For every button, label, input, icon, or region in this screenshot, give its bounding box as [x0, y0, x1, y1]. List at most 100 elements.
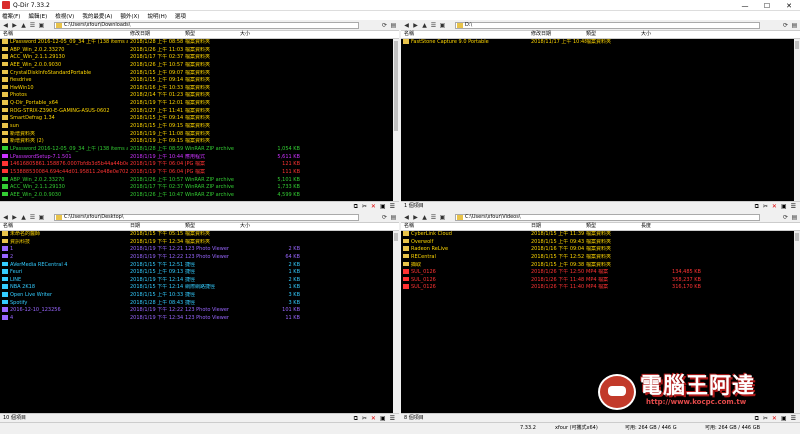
address-bar[interactable]: C:\Users\xfour\Downloads\	[54, 22, 359, 29]
column-0[interactable]: 名稱	[404, 31, 414, 38]
list-item[interactable]: SUL_0126 2018/1/26 下午 11:40 MP4 檔案 316,170 …	[401, 284, 800, 292]
menu-view[interactable]: 檢視(V)	[55, 12, 74, 20]
column-2[interactable]: 類型	[586, 223, 596, 230]
list-item[interactable]: SmartDefrag 1.34 2018/1/15 上午 09:14 檔案資料夾	[0, 115, 399, 123]
refresh-icon[interactable]: ⟳	[381, 22, 388, 29]
copy-icon[interactable]: ⧉	[354, 202, 358, 210]
list-item[interactable]: 14616805861.158876.0007bfdb3d5b44a44b0e3…	[0, 161, 399, 169]
back-icon[interactable]: ◀	[2, 22, 9, 29]
list-item[interactable]: fiesdrive 2018/1/15 上午 09:14 檔案資料夾	[0, 77, 399, 85]
up-icon[interactable]: ▲	[421, 214, 428, 221]
back-icon[interactable]: ◀	[2, 214, 9, 221]
address-bar[interactable]: D:\	[455, 22, 760, 29]
menu-icon[interactable]: ▤	[390, 22, 397, 29]
list-item[interactable]: Photos 2018/2/14 下午 01:23 檔案資料夾	[0, 92, 399, 100]
column-1[interactable]: 日期	[531, 223, 541, 230]
list-item[interactable]: HwWin10 2018/1/16 上午 10:33 檔案資料夾	[0, 84, 399, 93]
list-item[interactable]: NBA 2K18 2018/1/15 下午 12:14 網際網路捷徑 1 KB	[0, 284, 399, 292]
menu-favorites[interactable]: 我的最愛(A)	[82, 12, 112, 20]
column-2[interactable]: 類型	[185, 31, 195, 38]
refresh-icon[interactable]: ⟳	[782, 22, 789, 29]
list-item[interactable]: 153888530084.694c44d01.95811.2e48e0e702f…	[0, 168, 399, 177]
list-item[interactable]: 新增資料夾 2018/1/19 上午 11:08 檔案資料夾	[0, 130, 399, 139]
cut-icon[interactable]: ✂	[362, 414, 367, 422]
copy-icon[interactable]: ⧉	[354, 414, 358, 422]
address-bar[interactable]: C:\Users\xfour\Desktop\	[54, 214, 359, 221]
list-item[interactable]: RECentral 2018/1/15 下午 12:52 檔案資料夾	[401, 253, 800, 262]
column-2[interactable]: 類型	[586, 31, 596, 38]
list-item[interactable]: LPassword 2016-12-05_09_34 上午 (138 items…	[0, 145, 399, 154]
close-button[interactable]: ✕	[778, 0, 800, 11]
list-item[interactable]: LINE 2018/1/19 下午 12:14 捷徑 2 KB	[0, 276, 399, 285]
list-item[interactable]: ROG-STRIX-Z390-E-GAMING-ASUS-0602 2018/1/…	[0, 107, 399, 116]
menu-icon[interactable]: ▤	[791, 214, 798, 221]
folder-icon[interactable]: ▣	[38, 22, 45, 29]
scrollbar[interactable]	[393, 231, 399, 413]
cut-icon[interactable]: ✂	[763, 202, 768, 210]
menu-extras[interactable]: 額外(X)	[120, 12, 139, 20]
scrollbar[interactable]	[794, 231, 800, 413]
folder-icon[interactable]: ▣	[38, 214, 45, 221]
back-icon[interactable]: ◀	[403, 214, 410, 221]
forward-icon[interactable]: ▶	[11, 214, 18, 221]
list-item[interactable]: ACC_Win_2.1.1.29130 2018/1/17 下午 02:37 檔案資…	[0, 54, 399, 62]
delete-icon[interactable]: ✕	[772, 202, 777, 210]
list-item[interactable]: 2016-12-10_123256 2018/1/19 下午 12:22 123 P…	[0, 307, 399, 315]
delete-icon[interactable]: ✕	[371, 202, 376, 210]
column-0[interactable]: 名稱	[404, 223, 414, 230]
column-1[interactable]: 日期	[130, 223, 140, 230]
menu-edit[interactable]: 編輯(E)	[28, 12, 47, 20]
cut-icon[interactable]: ✂	[763, 414, 768, 422]
forward-icon[interactable]: ▶	[412, 214, 419, 221]
list-item[interactable]: ABP_Win_2.0.2.33270 2018/1/26 上午 10:57 Win…	[0, 176, 399, 185]
list-item[interactable]: Spotify 2018/1/28 上午 08:43 捷徑 3 KB	[0, 299, 399, 308]
list-item[interactable]: 新增資料夾 (2) 2018/1/19 上午 09:15 檔案資料夾	[0, 138, 399, 146]
menu-icon[interactable]: ▤	[791, 22, 798, 29]
maximize-button[interactable]: ☐	[756, 0, 778, 11]
copy-icon[interactable]: ⧉	[755, 414, 759, 422]
column-3[interactable]: 大小	[240, 31, 250, 38]
column-3[interactable]: 長度	[641, 223, 651, 230]
scrollbar[interactable]	[794, 39, 800, 201]
up-icon[interactable]: ▲	[20, 22, 27, 29]
list-item[interactable]: 1 2018/1/19 下午 12:21 123 Photo Viewer 2 KB	[0, 246, 399, 254]
column-3[interactable]: 大小	[240, 223, 250, 230]
list-item[interactable]: AEE_Win_2.0.0.9030 2018/1/26 上午 10:57 檔案資料…	[0, 61, 399, 70]
list-item[interactable]: 未命名的醫師 2018/1/15 下午 05:15 檔案資料夾	[0, 231, 399, 239]
list-item[interactable]: SUL_0126 2018/1/26 下午 11:48 MP4 檔案 358,237 …	[401, 276, 800, 285]
list-item[interactable]: Q-Dir_Portable_x64 2018/1/19 下午 12:01 檔案資料…	[0, 100, 399, 108]
menu-icon[interactable]: ▤	[390, 214, 397, 221]
up-icon[interactable]: ▲	[20, 214, 27, 221]
list-item[interactable]: CrystalDiskInfoStandardPortable 2018/1/15…	[0, 69, 399, 78]
list-item[interactable]: sun 2018/1/15 上午 09:15 檔案資料夾	[0, 123, 399, 131]
new-folder-icon[interactable]: ▣	[781, 202, 787, 210]
list-item[interactable]: ABP_Win_2.0.2.33270 2018/1/26 上午 11:03 檔案資…	[0, 46, 399, 55]
menu-file[interactable]: 檔案(F)	[2, 12, 20, 20]
column-1[interactable]: 修改日期	[130, 31, 150, 38]
column-0[interactable]: 名稱	[3, 223, 13, 230]
delete-icon[interactable]: ✕	[772, 414, 777, 422]
scrollbar[interactable]	[393, 39, 399, 201]
list-item[interactable]: Feuri 2018/1/15 上午 09:13 捷徑 1 KB	[0, 269, 399, 277]
folder-icon[interactable]: ▣	[439, 22, 446, 29]
list-item[interactable]: Open Live Writer 2018/1/15 上午 10:33 捷徑 3 KB	[0, 292, 399, 300]
new-folder-icon[interactable]: ▣	[781, 414, 787, 422]
properties-icon[interactable]: ☰	[390, 202, 395, 210]
up-icon[interactable]: ▲	[421, 22, 428, 29]
view-icon[interactable]: ☰	[29, 214, 36, 221]
forward-icon[interactable]: ▶	[412, 22, 419, 29]
view-icon[interactable]: ☰	[430, 214, 437, 221]
list-item[interactable]: LPasswordSetup-7.1.501 2018/1/19 上午 10:44…	[0, 153, 399, 162]
column-1[interactable]: 修改日期	[531, 31, 551, 38]
list-item[interactable]: AVerMedia RECentral 4 2018/1/15 下午 12:51 捷…	[0, 261, 399, 270]
properties-icon[interactable]: ☰	[791, 414, 796, 422]
column-0[interactable]: 名稱	[3, 31, 13, 38]
list-item[interactable]: AEE_Win_2.0.0.9030 2018/1/26 上午 10:47 WinR…	[0, 191, 399, 200]
column-2[interactable]: 類型	[185, 223, 195, 230]
new-folder-icon[interactable]: ▣	[380, 414, 386, 422]
refresh-icon[interactable]: ⟳	[782, 214, 789, 221]
properties-icon[interactable]: ☰	[390, 414, 395, 422]
refresh-icon[interactable]: ⟳	[381, 214, 388, 221]
list-item[interactable]: 2 2018/1/19 下午 12:22 123 Photo Viewer 64 KB	[0, 253, 399, 262]
view-icon[interactable]: ☰	[430, 22, 437, 29]
